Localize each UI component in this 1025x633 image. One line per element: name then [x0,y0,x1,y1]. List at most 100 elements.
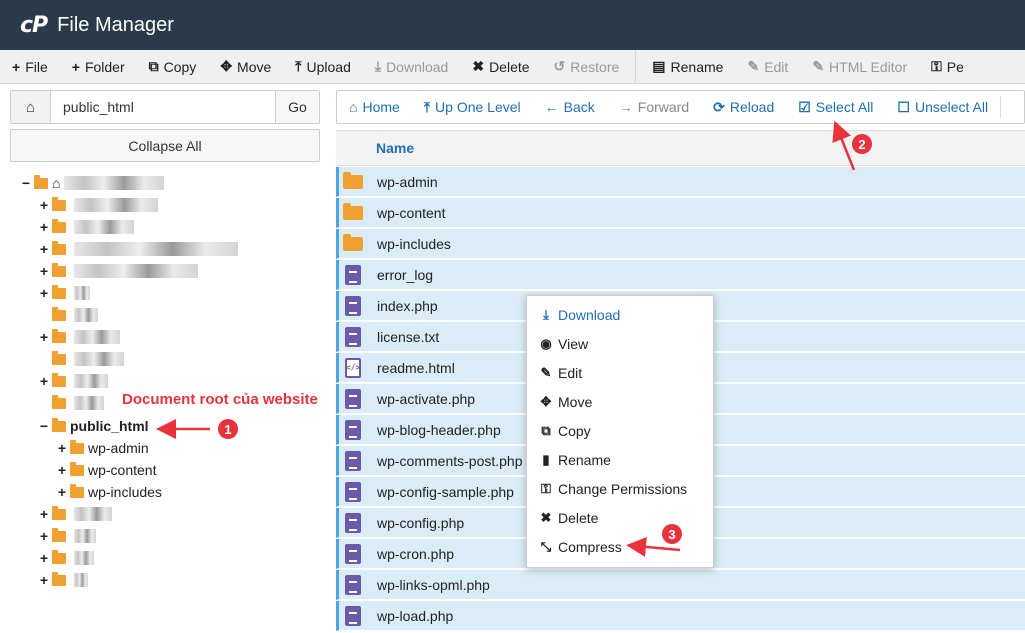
move-icon: ✥ [220,58,233,74]
upload-label: Upload [306,58,351,75]
table-row[interactable]: wp-links-opml.php [336,570,1025,600]
file-icon-shape [345,512,361,533]
forward-button[interactable]: → Forward [607,99,701,115]
tree-item-wp-content[interactable]: + wp-content [56,461,156,479]
back-button[interactable]: ← Back [533,99,607,115]
file-icon [341,388,365,409]
tree-item[interactable] [52,394,104,412]
table-row[interactable]: wp-content [336,198,1025,228]
tree-item-wp-admin[interactable]: + wp-admin [56,439,149,457]
home-button[interactable]: ⌂ [11,91,51,123]
context-menu-item-change-permissions[interactable]: ⚿ Change Permissions [527,474,713,503]
delete-button[interactable]: ✖ Delete [460,50,541,83]
move-button[interactable]: ✥ Move [208,50,283,83]
tree-item[interactable]: + [38,571,88,589]
tree-item[interactable] [52,306,98,324]
expand-toggle[interactable]: + [38,572,50,588]
reload-button[interactable]: ⟳ Reload [701,99,786,116]
key-icon: ⚿ [931,58,942,74]
expand-toggle[interactable]: + [38,263,50,279]
tree-item[interactable]: + [38,218,134,236]
context-menu-item-compress[interactable]: ⤡ Compress [527,532,713,561]
expand-toggle[interactable]: + [38,506,50,522]
collapse-all-button[interactable]: Collapse All [10,129,320,162]
tree-item[interactable]: + [38,372,108,390]
file-icon [341,574,365,595]
folder-icon [52,372,66,387]
folder-icon-shape [343,233,363,251]
folder-icon [52,306,66,321]
edit-button[interactable]: ✎ Edit [735,50,800,83]
move-icon: ✥ [540,393,552,409]
tree-item-wp-includes[interactable]: + wp-includes [56,483,162,501]
context-menu-item-edit[interactable]: ✎ Edit [527,358,713,387]
folder-icon [52,240,66,255]
restore-button[interactable]: ↺ Restore [542,50,632,83]
context-menu-item-delete[interactable]: ✖ Delete [527,503,713,532]
expand-toggle[interactable]: + [56,484,68,500]
tree-item[interactable]: + [38,240,238,258]
folder-icon [52,262,66,277]
unselect-all-button[interactable]: ☐ Unselect All [885,99,1000,116]
tree-item[interactable]: + [38,527,96,545]
file-name: wp-content [377,204,446,221]
context-menu-item-move[interactable]: ✥ Move [527,387,713,416]
collapse-toggle[interactable]: − [38,418,50,434]
nav-home-label: Home [362,99,400,115]
permissions-button[interactable]: ⚿ Pe [919,50,976,83]
go-button[interactable]: Go [275,91,319,123]
tree-item-public-html[interactable]: − public_html [38,417,149,435]
expand-toggle[interactable]: + [38,241,50,257]
new-file-button[interactable]: + File [0,50,60,83]
expand-toggle[interactable]: + [38,550,50,566]
expand-toggle[interactable]: + [56,440,68,456]
table-row[interactable]: wp-includes [336,229,1025,259]
tree-item[interactable] [52,350,124,368]
expand-toggle[interactable]: + [56,462,68,478]
table-row[interactable]: wp-load.php [336,601,1025,631]
rename-button[interactable]: ▤ Rename [640,50,735,83]
app-title: File Manager [57,13,174,36]
tree-item[interactable]: + [38,284,90,302]
download-button[interactable]: ⤓ Download [363,50,460,83]
path-input[interactable] [51,91,275,123]
tree-item[interactable]: + [38,505,112,523]
move-label: Move [237,58,272,75]
file-icon-shape [345,388,361,409]
copy-button[interactable]: ⧉ Copy [137,50,209,83]
folder-icon [52,328,66,343]
column-header-name[interactable]: Name [376,140,414,156]
expand-toggle[interactable]: + [38,285,50,301]
annotation-document-root: Document root của website [122,391,318,408]
expand-toggle[interactable]: + [38,373,50,389]
tree-item[interactable]: + [38,328,120,346]
context-menu-item-download[interactable]: ⤓ Download [527,300,713,329]
select-all-button[interactable]: ☑ Select All [786,99,885,116]
tree-item[interactable]: + [38,196,158,214]
tree-item[interactable]: + [38,549,94,567]
tree-item[interactable]: + [38,262,198,280]
folder-open-icon [52,417,66,432]
html-editor-button[interactable]: ✎ HTML Editor [800,50,919,83]
upload-button[interactable]: ⤒ Upload [283,50,363,83]
upload-icon: ⤒ [295,58,302,74]
table-row[interactable]: wp-admin [336,167,1025,197]
new-folder-button[interactable]: + Folder [60,50,137,83]
collapse-toggle[interactable]: − [20,175,32,191]
expand-toggle[interactable]: + [38,329,50,345]
cpanel-logo[interactable]: cP [20,13,48,38]
up-one-level-button[interactable]: ⤒ Up One Level [412,99,533,116]
context-menu-item-copy[interactable]: ⧉ Copy [527,416,713,445]
expand-toggle[interactable]: + [38,197,50,213]
context-menu-item-rename[interactable]: ▮ Rename [527,445,713,474]
tree-root[interactable]: − ⌂ [20,174,165,192]
expand-toggle[interactable]: + [38,528,50,544]
context-menu-item-view[interactable]: ◉ View [527,329,713,358]
folder-icon [52,284,66,299]
expand-toggle[interactable]: + [38,219,50,235]
table-row[interactable]: error_log [336,260,1025,290]
file-icon-shape [345,605,361,626]
pencil-icon: ✎ [540,364,552,380]
nav-home-button[interactable]: ⌂ Home [337,99,412,115]
blurred-label [74,551,94,565]
